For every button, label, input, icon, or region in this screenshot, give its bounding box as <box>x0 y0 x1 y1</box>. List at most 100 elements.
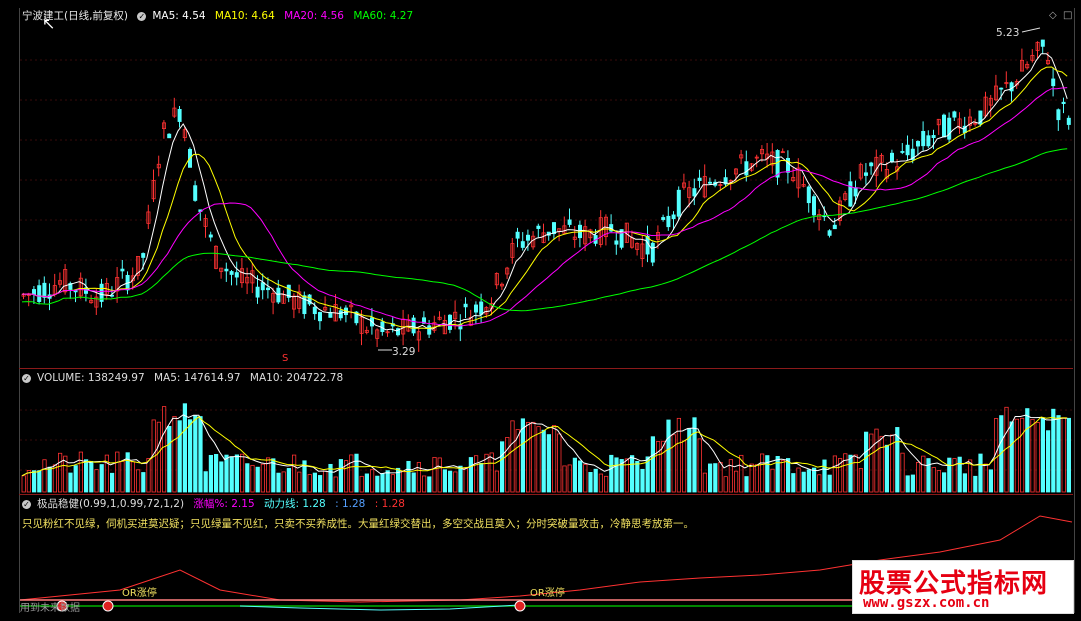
candle-body <box>260 282 265 291</box>
volume-bar <box>1035 422 1040 493</box>
candle-body <box>32 289 37 295</box>
volume-bar <box>380 473 385 493</box>
candle-body <box>515 231 520 239</box>
volume-bar <box>115 451 120 493</box>
volume-bar <box>552 425 557 493</box>
candle-body <box>224 268 229 272</box>
candle-body <box>141 253 146 258</box>
volume-label: VOLUME: 138249.97 <box>37 372 145 384</box>
volume-bar <box>447 470 453 493</box>
volume-bar <box>541 429 546 493</box>
candle-body <box>853 187 858 197</box>
volume-bar <box>962 473 968 493</box>
limit-up-marker <box>102 600 114 612</box>
volume-bar <box>458 465 463 493</box>
volume-bar <box>822 459 827 493</box>
volume-bar <box>406 460 411 493</box>
ma60-label: MA60: 4.27 <box>353 10 414 22</box>
volume-bar <box>89 460 94 493</box>
volume-bar <box>286 468 292 493</box>
checkbox-icon[interactable]: ✓ <box>22 373 31 383</box>
volume-bar <box>931 467 936 493</box>
candle-body <box>536 225 541 229</box>
candle-body <box>744 161 749 176</box>
candle-body <box>697 177 702 181</box>
volume-bar <box>453 471 458 493</box>
volume-bar <box>531 421 536 493</box>
candle-body <box>848 181 853 207</box>
indicator-v3: : 1.28 <box>335 498 366 510</box>
volume-bar <box>806 469 812 493</box>
candle-body <box>869 162 874 167</box>
volume-bar <box>978 453 983 493</box>
volume-bar <box>723 476 728 493</box>
diamond-icon[interactable]: ◇ <box>1049 10 1057 21</box>
square-icon[interactable]: □ <box>1063 10 1072 21</box>
volume-bar <box>671 434 676 493</box>
sell-signal-mark: S <box>282 353 289 364</box>
candle-body <box>552 222 557 235</box>
volume-bar <box>874 428 879 493</box>
volume-bar <box>1066 417 1071 493</box>
volume-bar <box>666 419 671 493</box>
volume-bar <box>713 463 718 493</box>
candle-body <box>208 234 213 238</box>
candle-body <box>614 240 619 245</box>
volume-bar <box>973 475 978 493</box>
ma5-line <box>21 53 1068 332</box>
volume-bar <box>58 452 63 493</box>
candle-body <box>671 214 676 220</box>
volume-bar <box>401 471 406 493</box>
volume-bar <box>182 403 187 493</box>
ma5-label: MA5: 4.54 <box>152 10 206 22</box>
volume-bar <box>1009 421 1014 493</box>
volume-header: ✓ VOLUME: 138249.97 MA5: 147614.97 MA10: … <box>22 371 349 385</box>
volume-bar <box>604 475 609 493</box>
volume-bar <box>499 441 505 493</box>
volume-bar <box>224 454 229 493</box>
volume-bar <box>588 472 593 493</box>
volume-bar <box>141 472 146 493</box>
volume-bar <box>156 421 161 493</box>
candle-body <box>411 317 416 334</box>
volume-bar <box>848 454 853 493</box>
volume-bar <box>786 458 791 493</box>
volume-bar <box>364 473 370 493</box>
volume-bar <box>921 455 926 493</box>
indicator-v4: : 1.28 <box>374 498 405 510</box>
candle-body <box>666 215 671 228</box>
volume-bar <box>161 406 167 493</box>
candle-body <box>177 109 182 122</box>
high-price-label: 5.23 <box>996 27 1020 39</box>
volume-bar <box>437 457 442 493</box>
volume-bar <box>146 458 151 493</box>
candle-body <box>37 285 42 302</box>
volume-bar <box>260 463 266 493</box>
volume-bar <box>578 460 583 493</box>
volume-bar <box>317 475 323 493</box>
volume-bar <box>780 459 786 493</box>
checkbox-icon[interactable]: ✓ <box>22 499 31 509</box>
site-watermark: 股票公式指标网 www.gszx.com.cn <box>852 560 1074 614</box>
candle-body <box>473 304 478 313</box>
volume-bar <box>983 463 988 493</box>
volume-bar <box>172 416 177 493</box>
volume-bar <box>213 454 219 493</box>
volume-bar <box>104 454 109 493</box>
volume-bar <box>1046 430 1051 493</box>
volume-bar <box>349 454 354 493</box>
volume-bar <box>1030 418 1035 493</box>
volume-bar <box>598 473 604 493</box>
checkbox-icon[interactable]: ✓ <box>137 11 147 21</box>
volume-bar <box>557 433 562 493</box>
volume-bar <box>718 461 723 493</box>
candle-body <box>832 224 837 230</box>
volume-bar <box>536 426 541 493</box>
candle-body <box>1061 101 1066 104</box>
volume-bar <box>879 435 884 493</box>
volume-bar <box>1061 417 1066 493</box>
volume-bar <box>905 475 910 493</box>
candle-body <box>463 303 468 308</box>
candle-body <box>167 133 172 139</box>
volume-bar <box>307 474 312 493</box>
